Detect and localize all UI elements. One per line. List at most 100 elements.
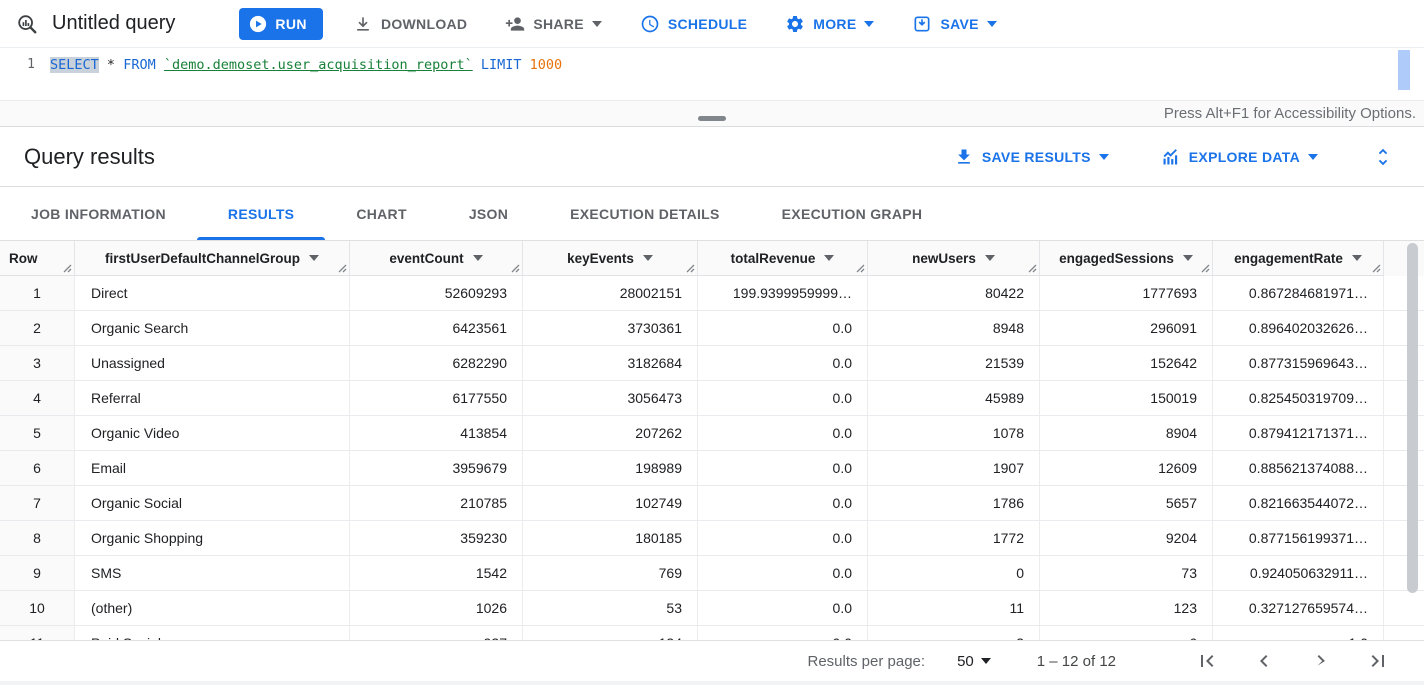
column-menu-arrow-icon[interactable] [1183, 255, 1193, 261]
cell-row-number: 7 [0, 486, 75, 520]
results-tab-bar: JOB INFORMATION RESULTS CHART JSON EXECU… [0, 187, 1424, 241]
tab-execution-details[interactable]: EXECUTION DETAILS [539, 187, 751, 240]
last-page-button[interactable] [1366, 649, 1390, 673]
column-menu-arrow-icon[interactable] [1352, 255, 1362, 261]
chevron-down-icon [987, 21, 997, 27]
column-resize-handle-icon[interactable] [338, 264, 347, 273]
query-tab-icon [16, 13, 38, 35]
results-actions: SAVE RESULTS EXPLORE DATA [906, 141, 1400, 173]
bottom-scrollbar-track [0, 681, 1424, 685]
schedule-button[interactable]: SCHEDULE [632, 8, 755, 40]
cell-key-events: 769 [523, 556, 698, 590]
column-resize-handle-icon[interactable] [511, 264, 520, 273]
column-header-newUsers[interactable]: newUsers [868, 241, 1040, 276]
cell-engagement-rate: 0.924050632911… [1213, 556, 1384, 590]
more-label: MORE [813, 16, 856, 32]
download-label: DOWNLOAD [381, 16, 467, 32]
column-header-engagedSessions[interactable]: engagedSessions [1040, 241, 1213, 276]
column-resize-handle-icon[interactable] [856, 264, 865, 273]
panel-resize-handle[interactable] [698, 116, 726, 121]
column-header-label: keyEvents [567, 251, 634, 266]
column-header-firstUserDefaultChannelGroup[interactable]: firstUserDefaultChannelGroup [75, 241, 350, 276]
table-scrollbar-thumb[interactable] [1407, 243, 1418, 593]
cell-row-number: 1 [0, 276, 75, 310]
column-resize-handle-icon[interactable] [1201, 264, 1210, 273]
chevron-left-icon [1252, 649, 1276, 673]
cell-engaged-sessions: 150019 [1040, 381, 1213, 415]
tab-job-information[interactable]: JOB INFORMATION [0, 187, 197, 240]
download-button[interactable]: DOWNLOAD [345, 8, 475, 40]
first-page-button[interactable] [1195, 649, 1219, 673]
next-page-button[interactable] [1309, 649, 1333, 673]
cell-key-events: 3056473 [523, 381, 698, 415]
cell-channel-group: Organic Search [75, 311, 350, 345]
chevron-down-icon [1099, 154, 1109, 160]
sql-table-reference-link[interactable]: `demo.demoset.user_acquisition_report` [164, 57, 473, 73]
cell-new-users: 0 [868, 556, 1040, 590]
share-button[interactable]: SHARE [497, 8, 610, 40]
cell-engagement-rate: 0.877156199371… [1213, 521, 1384, 555]
more-button[interactable]: MORE [777, 8, 882, 40]
column-resize-handle-icon[interactable] [1028, 264, 1037, 273]
cell-total-revenue: 0.0 [698, 556, 868, 590]
column-menu-arrow-icon[interactable] [643, 255, 653, 261]
bigquery-query-window: Untitled query RUN DOWNLOAD [0, 0, 1424, 685]
tab-execution-graph[interactable]: EXECUTION GRAPH [751, 187, 954, 240]
sql-star: * [107, 57, 115, 73]
cell-new-users: 1786 [868, 486, 1040, 520]
column-header-label: Row [9, 251, 38, 266]
column-header-keyEvents[interactable]: keyEvents [523, 241, 698, 276]
table-row: 9 SMS 1542 769 0.0 0 73 0.924050632911… [0, 556, 1424, 591]
page-size-select[interactable]: 50 [951, 652, 997, 671]
share-label: SHARE [533, 16, 584, 32]
previous-page-button[interactable] [1252, 649, 1276, 673]
cell-engagement-rate: 0.879412171371… [1213, 416, 1384, 450]
cell-engaged-sessions: 9204 [1040, 521, 1213, 555]
cell-event-count: 3959679 [350, 451, 523, 485]
table-body: 1 Direct 52609293 28002151 199.939995999… [0, 276, 1424, 640]
cell-new-users: 45989 [868, 381, 1040, 415]
cell-key-events: 3182684 [523, 346, 698, 380]
cell-channel-group: SMS [75, 556, 350, 590]
expand-collapse-results-button[interactable] [1366, 145, 1400, 169]
cell-event-count: 937 [350, 626, 523, 640]
chevron-right-icon [1309, 649, 1333, 673]
sql-editor[interactable]: 1 SELECT * FROM `demo.demoset.user_acqui… [0, 48, 1424, 100]
tab-results[interactable]: RESULTS [197, 187, 325, 240]
editor-scrollbar-thumb[interactable] [1398, 50, 1410, 90]
cell-total-revenue: 0.0 [698, 451, 868, 485]
cell-row-number: 10 [0, 591, 75, 625]
clock-icon [640, 14, 660, 34]
column-resize-handle-icon[interactable] [63, 264, 72, 273]
column-menu-arrow-icon[interactable] [309, 255, 319, 261]
save-results-button[interactable]: SAVE RESULTS [950, 141, 1113, 173]
cell-row-number: 3 [0, 346, 75, 380]
run-button[interactable]: RUN [239, 8, 323, 40]
column-header-eventCount[interactable]: eventCount [350, 241, 523, 276]
editor-statusbar: Press Alt+F1 for Accessibility Options. [0, 100, 1424, 127]
column-header-label: firstUserDefaultChannelGroup [105, 251, 300, 266]
cell-engaged-sessions: 5657 [1040, 486, 1213, 520]
sql-keyword-select: SELECT [50, 57, 99, 73]
results-title: Query results [24, 144, 155, 170]
column-header-engagementRate[interactable]: engagementRate [1213, 241, 1384, 276]
column-menu-arrow-icon[interactable] [985, 255, 995, 261]
column-menu-arrow-icon[interactable] [473, 255, 483, 261]
cell-new-users: 1772 [868, 521, 1040, 555]
column-menu-arrow-icon[interactable] [824, 255, 834, 261]
table-row: 2 Organic Search 6423561 3730361 0.0 894… [0, 311, 1424, 346]
column-resize-handle-icon[interactable] [686, 264, 695, 273]
save-button[interactable]: SAVE [904, 8, 1004, 40]
column-header-totalRevenue[interactable]: totalRevenue [698, 241, 868, 276]
cell-total-revenue: 0.0 [698, 311, 868, 345]
explore-data-button[interactable]: EXPLORE DATA [1157, 141, 1322, 173]
tab-json[interactable]: JSON [438, 187, 539, 240]
cell-key-events: 134 [523, 626, 698, 640]
cell-row-number: 4 [0, 381, 75, 415]
sql-keyword-limit: LIMIT [481, 57, 522, 73]
column-resize-handle-icon[interactable] [1372, 264, 1381, 273]
cell-key-events: 53 [523, 591, 698, 625]
cell-engaged-sessions: 1777693 [1040, 276, 1213, 310]
cell-new-users: 2 [868, 626, 1040, 640]
tab-chart[interactable]: CHART [325, 187, 438, 240]
